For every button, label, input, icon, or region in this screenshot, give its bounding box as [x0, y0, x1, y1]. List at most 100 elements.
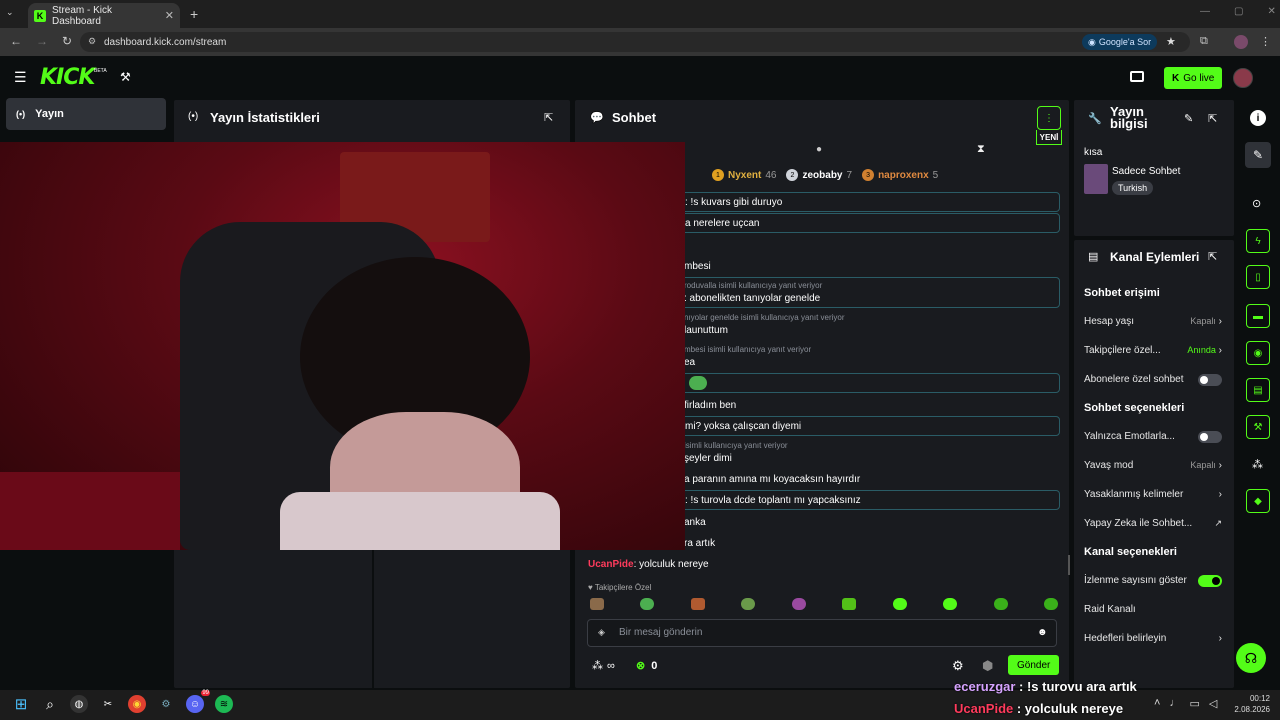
ai-chat-setting[interactable]: Yapay Zeka ile Sohbet... ↗ [1072, 509, 1234, 538]
chat-tab-icon[interactable]: ● [816, 144, 822, 155]
chat-message[interactable]: mbesi [684, 261, 711, 272]
chat-message[interactable]: anka [684, 517, 706, 528]
chat-message[interactable]: a nerelere uçcan [680, 213, 1060, 233]
maximize-icon[interactable]: ▢ [1234, 6, 1243, 17]
emote-icon[interactable] [590, 598, 604, 610]
chat-message[interactable]: mi? yoksa çalışcan diyemi [680, 416, 1060, 436]
chat-bubble-icon[interactable]: ▬ [1246, 304, 1270, 328]
sidebar-item-yayin[interactable]: (•) Yayın [6, 98, 166, 130]
kick-count[interactable]: ⊗ 0 [636, 659, 657, 673]
emote-icon[interactable] [943, 598, 958, 610]
emotes-only-toggle[interactable] [1198, 430, 1222, 443]
discord-icon[interactable]: ☺ 99 [186, 690, 210, 713]
browser-menu-icon[interactable]: ⋮ [1260, 35, 1271, 48]
raid-setting[interactable]: Raid Kanalı [1072, 595, 1234, 624]
chat-message[interactable]: : !s kuvars gibi duruyo [680, 192, 1060, 212]
menu-icon[interactable]: ☰ [14, 69, 27, 86]
chat-options-button[interactable]: ⋮ [1037, 106, 1061, 130]
reload-icon[interactable]: ↻ [62, 34, 72, 48]
emote-icon[interactable] [640, 598, 655, 610]
subs-only-setting[interactable]: Abonelere özel sohbet [1072, 365, 1234, 394]
channel-icon[interactable]: ▤ [1246, 378, 1270, 402]
profile-avatar[interactable] [1234, 35, 1248, 49]
steam-icon[interactable]: ⚙ [157, 695, 175, 713]
emote-icon[interactable] [842, 598, 857, 610]
url-bar[interactable]: dashboard.kick.com/stream [80, 32, 1190, 52]
diamond-icon[interactable]: ◆ [1246, 489, 1270, 513]
points-icon[interactable]: ⁂ [1252, 458, 1263, 471]
emoji-icon[interactable]: ☻ [1037, 627, 1048, 638]
chat-message[interactable]: a paranın amına mı koyacaksın hayırdır [684, 474, 860, 485]
tab-search-icon[interactable]: ⌄ [6, 7, 20, 21]
spotify-icon[interactable]: ≋ [215, 695, 233, 713]
user-avatar[interactable] [1233, 68, 1253, 88]
document-icon[interactable]: ▯ [1246, 265, 1270, 289]
tools-icon[interactable]: ⚒ [120, 70, 131, 84]
chat-message[interactable]: şeyler dimi [684, 453, 732, 464]
obs-icon[interactable]: ◍ [70, 695, 88, 713]
emote-icon[interactable] [993, 598, 1008, 610]
chat-scrollbar[interactable] [1068, 555, 1070, 575]
windows-start-icon[interactable]: ⊞ [12, 695, 30, 713]
chat-message[interactable] [680, 373, 1060, 393]
extensions-icon[interactable]: ⧉ [1200, 35, 1208, 48]
bot-icon[interactable]: ⬢ [982, 658, 993, 674]
microphone-icon[interactable]: ♩ [1169, 697, 1180, 710]
back-icon[interactable]: ← [10, 34, 22, 48]
emote-icon[interactable] [1043, 598, 1058, 610]
stream-preview-icon[interactable] [1130, 71, 1144, 82]
browser-tab[interactable]: K Stream - Kick Dashboard ✕ [28, 3, 180, 28]
edit-pencil-icon[interactable]: ✎ [1184, 112, 1193, 125]
slow-mode-setting[interactable]: Yavaş mod Kapalı › [1072, 451, 1234, 480]
camera-icon[interactable]: ⊙ [1252, 197, 1261, 210]
chat-message[interactable]: ra artık [684, 538, 715, 549]
google-ask-button[interactable]: ◉ Google'a Sor [1082, 34, 1158, 50]
chrome-icon[interactable]: ◉ [128, 695, 146, 713]
volume-icon[interactable]: ◁ [1209, 697, 1217, 710]
webcam-preview[interactable] [0, 142, 685, 550]
leader-3[interactable]: 3 naproxenx 5 [862, 169, 938, 181]
window-controls[interactable]: — ▢ ✕ [1200, 6, 1276, 17]
minimize-icon[interactable]: — [1200, 6, 1210, 17]
capcut-icon[interactable]: ✂ [99, 695, 117, 713]
tray-chevron-icon[interactable]: ˄ [1154, 697, 1160, 710]
site-info-icon[interactable]: ⚙ [88, 36, 96, 47]
close-icon[interactable]: ✕ [165, 9, 174, 22]
emote-icon[interactable] [741, 598, 756, 610]
window-close-icon[interactable]: ✕ [1267, 6, 1275, 17]
goals-setting[interactable]: Hedefleri belirleyin › [1072, 624, 1234, 653]
popout-icon[interactable]: ⇱ [544, 111, 553, 124]
chat-username[interactable]: UcanPide [588, 559, 634, 570]
taskbar-clock[interactable]: 00:12 2.08.2026 [1232, 693, 1270, 715]
lightning-icon[interactable]: ϟ [1246, 229, 1270, 253]
support-headset-icon[interactable]: ☊ [1236, 643, 1266, 673]
leader-2[interactable]: 2 zeobaby 7 [786, 169, 852, 181]
emote-icon[interactable] [690, 598, 705, 610]
wrench-icon[interactable]: ⚒ [1246, 415, 1270, 439]
popout-icon[interactable]: ⇱ [1208, 250, 1217, 263]
edit-pencil-icon[interactable]: ✎ [1245, 142, 1271, 168]
kick-logo[interactable]: KICK [40, 65, 95, 90]
followers-only-setting[interactable]: Takipçilere özel... Anında › [1072, 336, 1234, 365]
chat-message[interactable]: UcanPide: yolculuk nereye [588, 559, 709, 570]
broadcast-icon[interactable]: ◉ [1246, 341, 1270, 365]
new-tab-icon[interactable]: + [190, 6, 198, 22]
emotes-only-setting[interactable]: Yalnızca Emotlarla... [1072, 422, 1234, 451]
points-display[interactable]: ⁂ ∞ [592, 659, 615, 673]
show-viewers-toggle[interactable] [1198, 574, 1222, 587]
emote-icon[interactable] [791, 598, 806, 610]
account-age-setting[interactable]: Hesap yaşı Kapalı › [1072, 307, 1234, 336]
bookmark-star-icon[interactable]: ★ [1166, 35, 1176, 48]
leader-1[interactable]: 1 Nyxent 46 [712, 169, 776, 181]
chat-message[interactable]: : !s turovla dcde toplantı mı yapcaksını… [680, 490, 1060, 510]
emote-icon[interactable] [892, 598, 907, 610]
chat-message[interactable]: launuttum [684, 325, 728, 336]
settings-gear-icon[interactable]: ⚙ [952, 658, 964, 674]
hourglass-icon[interactable]: ⧗ [977, 143, 985, 156]
chat-message[interactable]: : abonelikten tanıyolar genelde [684, 293, 820, 304]
show-viewers-setting[interactable]: İzlenme sayısını göster [1072, 566, 1234, 595]
chat-message[interactable]: firladım ben [684, 400, 736, 411]
banned-words-setting[interactable]: Yasaklanmış kelimeler › [1072, 480, 1234, 509]
info-icon[interactable]: i [1250, 110, 1266, 126]
search-icon[interactable]: ⌕ [41, 695, 59, 713]
